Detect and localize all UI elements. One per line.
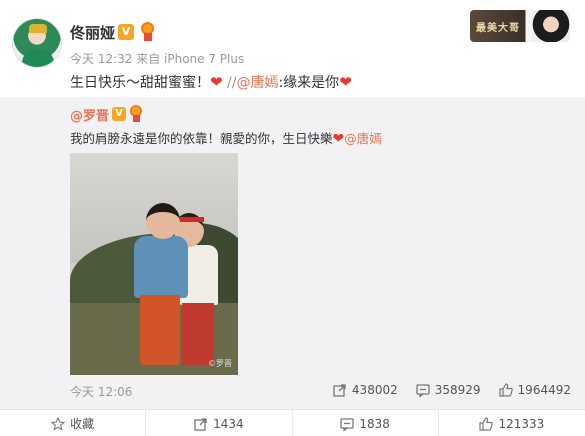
favorite-label: 收藏 [70, 417, 95, 431]
post-text-tail: :缘来是你 [278, 75, 340, 91]
mention-link[interactable]: @唐嫣 [344, 131, 382, 146]
verified-badge-icon: V [112, 107, 126, 121]
card-deco-text: 最美大哥 [476, 23, 520, 34]
thumbs-up-icon [498, 383, 513, 397]
repost-icon [333, 384, 346, 397]
original-like-count[interactable]: 1964492 [498, 383, 571, 397]
repost-icon [194, 417, 207, 431]
decorative-card-image: 最美大哥 [470, 10, 570, 42]
mention-link[interactable]: @唐嫣 [236, 75, 278, 91]
original-content: 我的肩膀永遠是你的依靠！親愛的你，生日快樂❤@唐嫣 [70, 128, 382, 147]
repost-button[interactable]: 1434 [146, 410, 293, 436]
repost-count: 1434 [213, 416, 244, 431]
post-content: 生日快乐～甜甜蜜蜜！❤ //@唐嫣:缘来是你❤ [70, 72, 352, 92]
action-bar: 收藏 1434 1838 121333 [0, 409, 585, 436]
member-medal-icon [139, 22, 156, 41]
author-avatar[interactable] [12, 18, 62, 68]
original-stats: 438002 358929 1964492 [315, 381, 571, 399]
photo-watermark: ©罗晋 [208, 359, 232, 368]
avatar-hat [29, 24, 47, 33]
like-count: 121333 [498, 416, 545, 431]
comment-button[interactable]: 1838 [293, 410, 439, 436]
original-text: 我的肩膀永遠是你的依靠！親愛的你，生日快樂 [70, 131, 333, 146]
comment-icon [340, 417, 354, 431]
heart-icon: ❤ [339, 73, 352, 91]
post-source: 来自 iPhone 7 Plus [132, 52, 245, 66]
avatar-body [22, 49, 54, 67]
thumbs-up-icon [479, 416, 494, 431]
heart-icon: ❤ [332, 131, 345, 147]
card-deco-face [532, 10, 570, 42]
comment-icon [416, 384, 430, 397]
repost-separator: // [222, 75, 237, 91]
star-icon [51, 416, 66, 431]
verified-badge-icon: V [118, 24, 134, 40]
author-name[interactable]: 佟丽娅 [70, 22, 115, 43]
like-button[interactable]: 121333 [439, 410, 585, 436]
reposted-weibo: @罗晋 V 我的肩膀永遠是你的依靠！親愛的你，生日快樂❤@唐嫣 ©罗晋 今天 1… [0, 97, 585, 409]
post-meta: 今天 12:32 来自 iPhone 7 Plus [70, 50, 244, 67]
post-text: 生日快乐～甜甜蜜蜜！ [70, 75, 210, 91]
original-repost-count[interactable]: 438002 [333, 383, 398, 397]
original-author-name[interactable]: @罗晋 [70, 105, 109, 124]
weibo-post: 佟丽娅 V 今天 12:32 来自 iPhone 7 Plus 生日快乐～甜甜蜜… [0, 0, 585, 97]
heart-icon: ❤ [210, 73, 223, 91]
post-photo[interactable]: ©罗晋 [70, 153, 238, 375]
comment-count: 1838 [359, 416, 390, 431]
member-medal-icon [129, 105, 144, 123]
favorite-button[interactable]: 收藏 [0, 410, 147, 436]
original-comment-count[interactable]: 358929 [416, 383, 481, 397]
post-time[interactable]: 今天 12:32 [70, 52, 132, 66]
original-time[interactable]: 今天 12:06 [70, 383, 132, 400]
